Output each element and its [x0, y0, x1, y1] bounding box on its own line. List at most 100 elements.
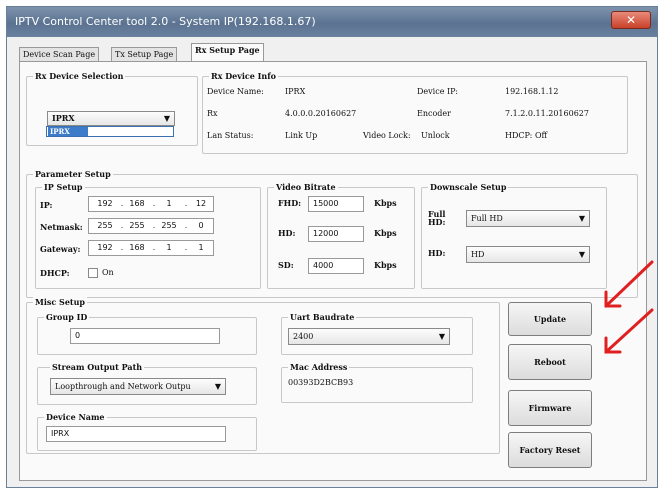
hd-bitrate-input[interactable]: 12000	[308, 226, 364, 242]
ip-setup-group: IP Setup IP: 192 . 168 . 1 . 12 Netmask:…	[35, 182, 261, 289]
application-window: IPTV Control Center tool 2.0 - System IP…	[6, 6, 658, 488]
window-title: IPTV Control Center tool 2.0 - System IP…	[15, 15, 316, 28]
full-hd-downscale-select[interactable]: Full HD ▼	[466, 210, 590, 227]
parameter-setup-title: Parameter Setup	[33, 169, 113, 179]
mac-address-value: 00393D2BCB93	[288, 378, 354, 387]
netmask-octet-2: 255	[129, 221, 145, 230]
device-name-group: Device Name IPRX	[37, 412, 257, 451]
uart-baudrate-group: Uart Baudrate 2400 ▼	[281, 312, 473, 355]
ip-octet-4: 12	[195, 199, 207, 208]
video-lock-label: Video Lock:	[363, 131, 411, 140]
rx-setup-page: Rx Device Selection IPRX ▼ IPRX Rx Devic…	[19, 61, 647, 481]
hd-downscale-select[interactable]: HD ▼	[466, 246, 590, 263]
ip-address-input[interactable]: 192 . 168 . 1 . 12	[88, 196, 214, 212]
device-ip-label: Device IP:	[417, 87, 458, 96]
rx-version-label: Rx	[207, 109, 218, 118]
device-ip-value: 192.168.1.12	[505, 87, 559, 96]
encoder-version-value: 7.1.2.0.11.20160627	[505, 109, 589, 118]
device-name-label: Device Name:	[207, 87, 264, 96]
video-bitrate-title: Video Bitrate	[274, 182, 338, 192]
tab-device-scan[interactable]: Device Scan Page	[19, 47, 100, 61]
sd-unit: Kbps	[374, 260, 397, 270]
close-icon: ✕	[625, 13, 637, 27]
rx-device-dropdown-list: IPRX	[46, 126, 174, 137]
gateway-octet-4: 1	[198, 243, 204, 252]
group-id-input[interactable]: 0	[70, 328, 220, 344]
ip-octet-2: 168	[129, 199, 145, 208]
lan-status-value: Link Up	[285, 131, 318, 140]
hd-downscale-value: HD	[471, 250, 485, 259]
netmask-octet-3: 255	[161, 221, 177, 230]
gateway-input[interactable]: 192 . 168 . 1 . 1	[88, 240, 214, 256]
hd-unit: Kbps	[374, 228, 397, 238]
downscale-setup-title: Downscale Setup	[428, 182, 509, 192]
encoder-label: Encoder	[417, 109, 451, 118]
sd-label: SD:	[278, 260, 294, 270]
fhd-bitrate-input[interactable]: 15000	[308, 196, 364, 212]
stream-output-select[interactable]: Loopthrough and Network Outpu ▼	[50, 378, 226, 395]
rx-version-value: 4.0.0.0.20160627	[285, 109, 357, 118]
gateway-octet-2: 168	[129, 243, 145, 252]
parameter-setup-group: Parameter Setup IP Setup IP: 192 . 168 .…	[26, 169, 638, 298]
stream-output-label: Stream Output Path	[50, 362, 145, 372]
device-name-input[interactable]: IPRX	[46, 426, 226, 442]
downscale-setup-group: Downscale Setup Full HD: Full HD ▼ HD: H…	[421, 182, 607, 289]
ip-octet-1: 192	[97, 199, 113, 208]
netmask-octet-1: 255	[97, 221, 113, 230]
factory-reset-button[interactable]: Factory Reset	[508, 432, 592, 468]
sd-bitrate-input[interactable]: 4000	[308, 258, 364, 274]
mac-address-group: Mac Address 00393D2BCB93	[281, 362, 473, 403]
dropdown-option-iprx[interactable]: IPRX	[48, 127, 88, 136]
netmask-label: Netmask:	[40, 222, 83, 232]
netmask-input[interactable]: 255 . 255 . 255 . 0	[88, 218, 214, 234]
rx-device-info-title: Rx Device Info	[209, 71, 278, 81]
ip-octet-3: 1	[166, 199, 172, 208]
hd-downscale-label: HD:	[428, 248, 446, 258]
uart-baudrate-label: Uart Baudrate	[288, 312, 357, 322]
rx-device-select-value: IPRX	[52, 113, 75, 123]
uart-baudrate-value: 2400	[293, 332, 314, 341]
update-button[interactable]: Update	[508, 302, 592, 336]
stream-output-group: Stream Output Path Loopthrough and Netwo…	[37, 362, 257, 405]
stream-output-value: Loopthrough and Network Outpu	[55, 382, 191, 391]
dhcp-on-label: On	[102, 268, 114, 277]
rx-device-selection-title: Rx Device Selection	[33, 71, 126, 81]
video-lock-value: Unlock	[421, 131, 450, 140]
misc-setup-group: Misc Setup Group ID 0 Stream Output Path…	[26, 297, 500, 454]
full-hd-label: Full HD:	[428, 209, 446, 227]
chevron-down-icon: ▼	[163, 114, 170, 123]
hdcp-value: Off	[535, 131, 548, 140]
gateway-octet-1: 192	[97, 243, 113, 252]
rx-device-select[interactable]: IPRX ▼	[47, 111, 175, 126]
chevron-down-icon: ▼	[214, 382, 221, 391]
gateway-label: Gateway:	[40, 244, 81, 254]
uart-baudrate-select[interactable]: 2400 ▼	[288, 328, 450, 345]
video-bitrate-group: Video Bitrate FHD: 15000 Kbps HD: 12000 …	[267, 182, 415, 289]
chevron-down-icon: ▼	[438, 332, 445, 341]
fhd-unit: Kbps	[374, 198, 397, 208]
chevron-down-icon: ▼	[578, 214, 585, 223]
netmask-octet-4: 0	[198, 221, 204, 230]
misc-device-name-label: Device Name	[44, 412, 107, 422]
gateway-octet-3: 1	[166, 243, 172, 252]
reboot-button[interactable]: Reboot	[508, 344, 592, 380]
mac-address-label: Mac Address	[288, 362, 350, 372]
misc-setup-title: Misc Setup	[33, 297, 88, 307]
group-id-group: Group ID 0	[37, 312, 257, 355]
full-hd-downscale-value: Full HD	[471, 214, 503, 223]
hdcp-label: HDCP:	[505, 131, 533, 140]
chevron-down-icon: ▼	[578, 250, 585, 259]
close-button[interactable]: ✕	[611, 11, 651, 29]
hd-label: HD:	[278, 228, 296, 238]
ip-setup-title: IP Setup	[42, 182, 85, 192]
tab-tx-setup[interactable]: Tx Setup Page	[111, 47, 178, 61]
device-name-value: IPRX	[285, 87, 306, 96]
group-id-label: Group ID	[44, 312, 90, 322]
dhcp-label: DHCP:	[40, 268, 70, 278]
firmware-upgrade-button[interactable]: Firmware Upgrade	[508, 390, 592, 447]
dhcp-checkbox[interactable]	[88, 268, 98, 278]
rx-device-info-group: Rx Device Info Device Name: IPRX Rx 4.0.…	[202, 71, 628, 154]
tab-rx-setup[interactable]: Rx Setup Page	[191, 43, 264, 61]
lan-status-label: Lan Status:	[207, 131, 254, 140]
ip-label: IP:	[40, 200, 53, 210]
